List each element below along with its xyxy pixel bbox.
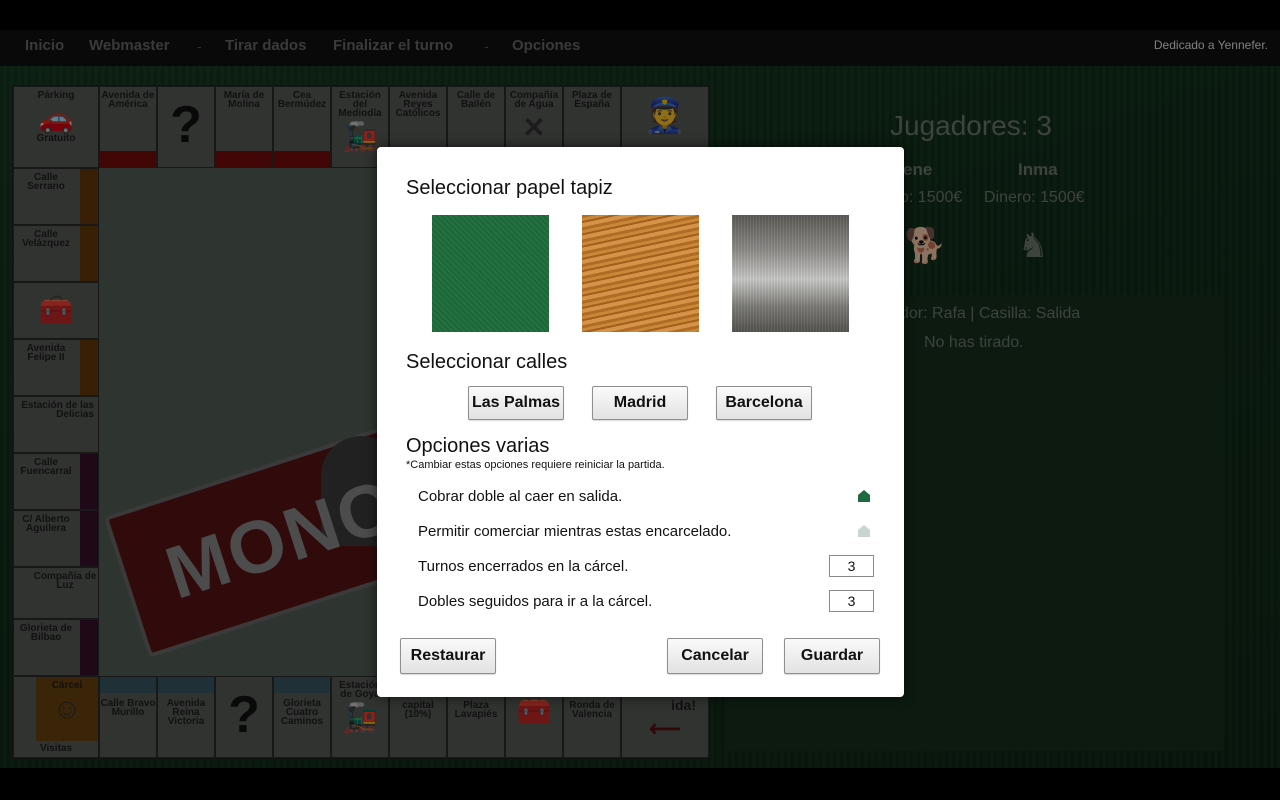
streets-barcelona-button[interactable]: Barcelona: [716, 386, 812, 420]
top-black-bar: [0, 0, 1280, 30]
restart-note: *Cambiar estas opciones requiere reinici…: [406, 459, 665, 471]
wallpaper-metal[interactable]: [732, 215, 849, 332]
save-button[interactable]: Guardar: [784, 638, 880, 674]
bottom-black-bar: [0, 768, 1280, 800]
streets-las-palmas-button[interactable]: Las Palmas: [468, 386, 564, 420]
option-trade-in-jail-label: Permitir comerciar mientras estas encarc…: [418, 523, 732, 540]
streets-madrid-button[interactable]: Madrid: [592, 386, 688, 420]
cancel-button[interactable]: Cancelar: [667, 638, 763, 674]
wallpaper-section-title: Seleccionar papel tapiz: [406, 177, 613, 199]
doubles-to-jail-input[interactable]: [829, 590, 874, 612]
house-toggle-on-icon[interactable]: [858, 490, 870, 502]
restore-button[interactable]: Restaurar: [400, 638, 496, 674]
option-jail-turns-label: Turnos encerrados en la cárcel.: [418, 558, 629, 575]
house-toggle-off-icon[interactable]: [858, 525, 870, 537]
option-doubles-to-jail-label: Dobles seguidos para ir a la cárcel.: [418, 593, 653, 610]
wallpaper-wood[interactable]: [582, 215, 699, 332]
streets-section-title: Seleccionar calles: [406, 351, 568, 373]
options-dialog: Seleccionar papel tapiz Seleccionar call…: [377, 147, 904, 697]
misc-section-title: Opciones varias: [406, 435, 550, 457]
wallpaper-green-felt[interactable]: [432, 215, 549, 332]
jail-turns-input[interactable]: [829, 555, 874, 577]
option-double-salary-label: Cobrar doble al caer en salida.: [418, 488, 623, 505]
